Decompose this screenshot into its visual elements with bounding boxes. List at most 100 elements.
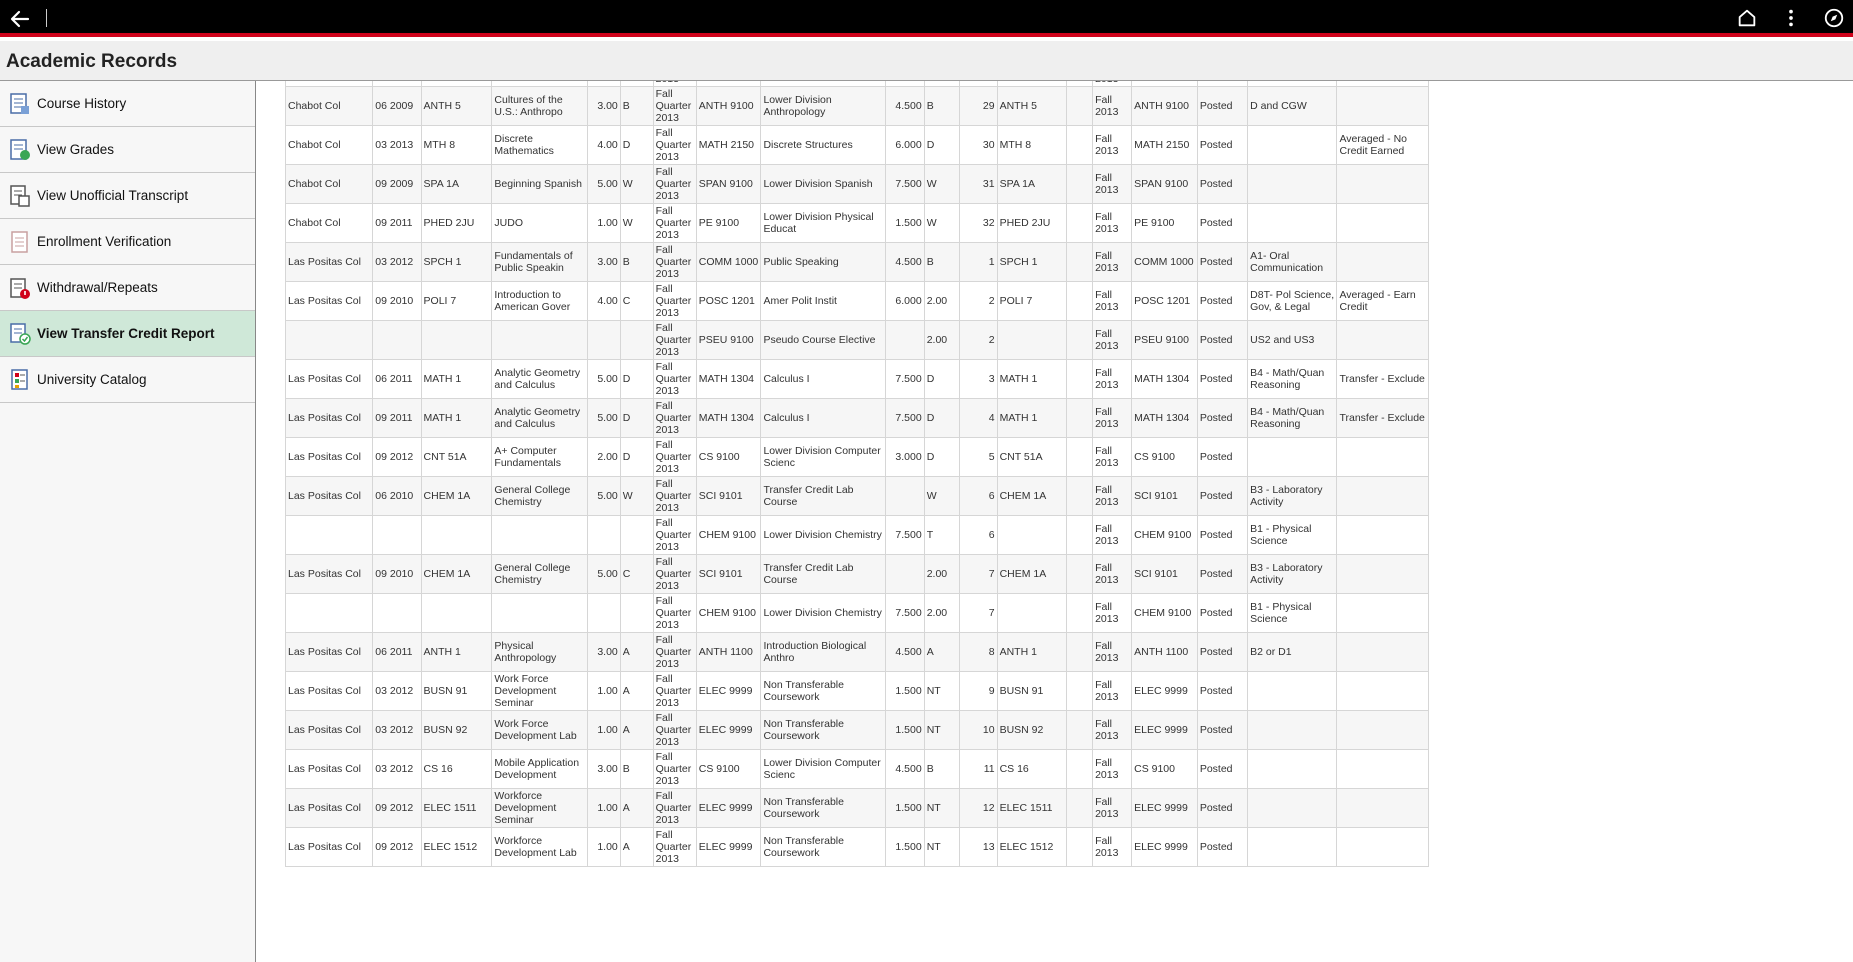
cell-blank: [1066, 827, 1094, 867]
cell-term2: Fall 2013: [1092, 320, 1133, 360]
cell-course-id: POLI 7: [996, 281, 1068, 321]
cell-term: 03 2012: [372, 242, 422, 282]
cell-units: 1.00: [586, 827, 621, 867]
cell-blank: [1066, 710, 1094, 750]
cell-term2: Fall 2013: [1092, 749, 1133, 789]
cell-transfer-term: Fall Quarter 2013: [652, 359, 697, 399]
cell-term2: Fall 2013: [1092, 671, 1133, 711]
cell-course: ELEC 1511: [420, 788, 493, 828]
cell-equiv-units: 4.500: [884, 242, 925, 282]
home-icon[interactable]: [1736, 7, 1758, 29]
cell-course: MATH 1: [420, 398, 493, 438]
cell-equiv-course: SPAN 9100: [695, 164, 762, 204]
cell-course: CHEM 1A: [420, 476, 493, 516]
cell-equiv-grade: W: [923, 476, 960, 516]
cell-course-id: BUSN 91: [996, 671, 1068, 711]
more-vert-icon[interactable]: [1780, 7, 1802, 29]
cell-blank: [1066, 593, 1094, 633]
cell-term2: Fall 2013: [1092, 632, 1133, 672]
sidebar-item-view-grades[interactable]: View Grades: [0, 127, 255, 173]
cell-course: SPA 1A: [420, 164, 493, 204]
cell-status: Posted: [1196, 320, 1249, 360]
cell-units: 3.00: [586, 242, 621, 282]
cell-note: [1336, 671, 1429, 711]
cell-equiv-course: ELEC 9999: [695, 827, 762, 867]
cell-status: Posted: [1196, 398, 1249, 438]
sidebar-item-university-catalog[interactable]: University Catalog: [0, 357, 255, 403]
cell-term: 09 2012: [372, 788, 422, 828]
compass-icon[interactable]: [1823, 7, 1845, 29]
sidebar-item-course-history[interactable]: Course History: [0, 81, 255, 127]
cell-institution: Chabot Col: [284, 203, 374, 243]
cell-term: 03 2012: [372, 671, 422, 711]
cell-requirement: [1247, 671, 1338, 711]
cell-seq: 7: [958, 593, 998, 633]
cell-equiv-description: Transfer Credit Lab Course: [760, 554, 886, 594]
cell-requirement: A1- Oral Communication: [1247, 242, 1338, 282]
cell-note: [1336, 632, 1429, 672]
cell-equiv-description: Lower Division Chemistry: [760, 515, 886, 555]
cell-grade: [619, 593, 654, 633]
cell-blank: [1066, 632, 1094, 672]
cell-equiv-grade: T: [923, 515, 960, 555]
cell-equiv-course: MATH 1304: [695, 359, 762, 399]
cell-seq: 10: [958, 710, 998, 750]
cell-equiv-course2: ELEC 9999: [1131, 788, 1198, 828]
cell-grade: W: [619, 203, 654, 243]
cell-grade: A: [619, 671, 654, 711]
cell-equiv-course: SCI 9101: [695, 554, 762, 594]
cell-equiv-course: ANTH 1100: [695, 632, 762, 672]
cell-term: 09 2009: [372, 164, 422, 204]
sidebar-item-unofficial-transcript[interactable]: View Unofficial Transcript: [0, 173, 255, 219]
cell-note: [1336, 476, 1429, 516]
cell-description: Beginning Spanish: [491, 164, 588, 204]
cell-equiv-units: [884, 554, 925, 594]
table-row: Las Positas Col 09 2012 CNT 51A A+ Computer…: [284, 437, 1429, 477]
cell-equiv-grade: B: [923, 242, 960, 282]
cell-transfer-term: Fall Quarter 2013: [652, 749, 697, 789]
cell-equiv-grade: 2.00: [923, 281, 960, 321]
cell-institution: Las Positas Col: [284, 281, 374, 321]
table-row: Las Positas Col 09 2010 CHEM 1A General Col…: [284, 554, 1429, 594]
cell-equiv-grade: A: [923, 632, 960, 672]
cell-note: [1336, 242, 1429, 282]
cell-description: [491, 515, 588, 555]
cell-course-id: BUSN 92: [996, 710, 1068, 750]
table-row: Fall Quarter 2013 CHEM 9100 Lower Division…: [284, 515, 1429, 555]
cell-equiv-grade: D: [923, 398, 960, 438]
table-row: Las Positas Col 06 2011 MATH 1 Analytic Geo…: [284, 359, 1429, 399]
cell-units: 3.00: [586, 749, 621, 789]
cell-note: [1336, 86, 1429, 126]
cell-equiv-description: Lower Division Chemistry: [760, 593, 886, 633]
cell-status: Posted: [1196, 437, 1249, 477]
cell-institution: Las Positas Col: [284, 827, 374, 867]
cell-status: Posted: [1196, 710, 1249, 750]
cell-seq: 30: [958, 125, 998, 165]
cell-course: PHED 2JU: [420, 203, 493, 243]
cell-equiv-grade: NT: [923, 710, 960, 750]
cell-course: [420, 515, 493, 555]
cell-grade: W: [619, 476, 654, 516]
cell-equiv-description: Introduction Biological Anthro: [760, 632, 886, 672]
cell-term2: Fall 2013: [1092, 476, 1133, 516]
cell-units: 1.00: [586, 671, 621, 711]
back-arrow-icon[interactable]: [8, 7, 32, 31]
course-history-icon: [10, 92, 29, 114]
cell-equiv-course: CHEM 9100: [695, 593, 762, 633]
cell-units: 1.00: [586, 788, 621, 828]
cell-course-id: CHEM 1A: [996, 554, 1068, 594]
cell-term: 03 2012: [372, 710, 422, 750]
cell-course-id: [996, 593, 1068, 633]
sidebar-item-enrollment-verification[interactable]: Enrollment Verification: [0, 219, 255, 265]
cell-equiv-description: Non Transferable Coursework: [760, 671, 886, 711]
sidebar-item-withdrawal-repeats[interactable]: Withdrawal/Repeats: [0, 265, 255, 311]
cell-equiv-grade: NT: [923, 788, 960, 828]
sidebar-item-transfer-credit-report[interactable]: View Transfer Credit Report: [0, 311, 255, 357]
cell-course: [420, 593, 493, 633]
cell-equiv-description: Lower Division Anthropology: [760, 86, 886, 126]
cell-course-id: [996, 320, 1068, 360]
cell-equiv-course2: ANTH 9100: [1131, 86, 1198, 126]
withdrawal-icon: [10, 277, 30, 299]
cell-term: 09 2011: [372, 203, 422, 243]
cell-equiv-description: Discrete Structures: [760, 125, 886, 165]
